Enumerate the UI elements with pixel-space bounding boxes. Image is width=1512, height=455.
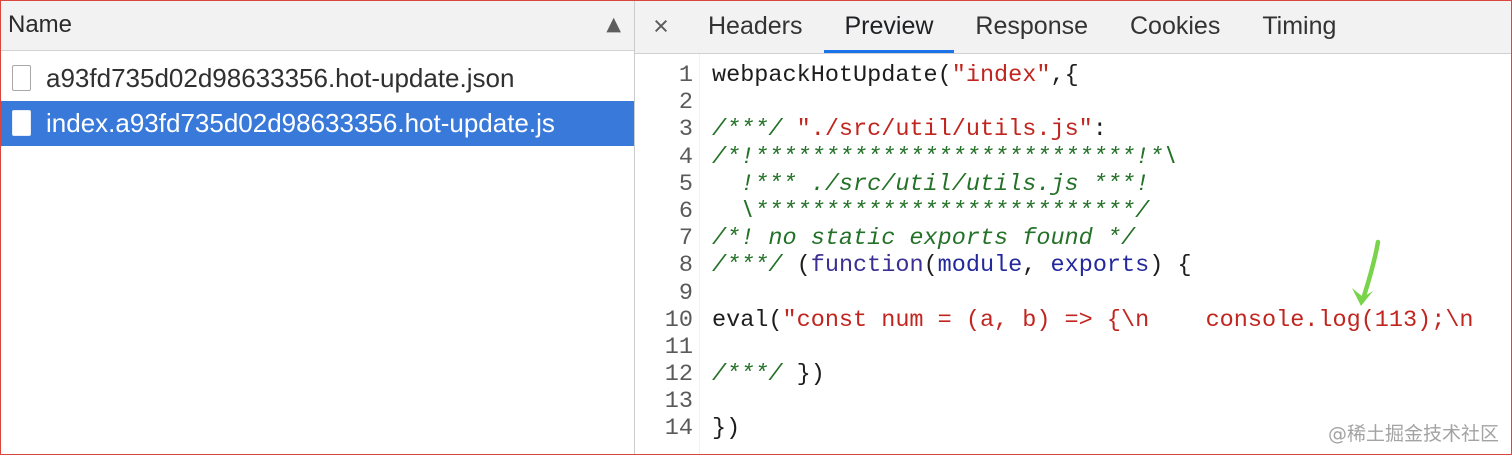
code-token-plain: : [1092, 116, 1107, 144]
code-line: 4 /*!***************************!*\ [635, 144, 1511, 171]
line-number: 2 [678, 89, 693, 117]
line-number: 8 [678, 252, 693, 280]
document-icon [12, 65, 31, 91]
line-content [699, 388, 712, 415]
code-token-plain: ( [782, 252, 811, 280]
document-icon [12, 110, 31, 136]
code-line: 11 [635, 334, 1511, 361]
line-content [699, 280, 712, 307]
line-number: 10 [664, 306, 693, 334]
code-line: 12/***/ }) [635, 361, 1511, 388]
tab-cookies[interactable]: Cookies [1109, 1, 1241, 53]
code-token-comment: /*! no static exports found */ [712, 225, 1136, 253]
request-name: index.a93fd735d02d98633356.hot-update.js [46, 108, 555, 138]
code-token-comment: /***/ [712, 361, 783, 389]
line-content [699, 89, 712, 116]
line-content: /*! no static exports found */ [699, 225, 1135, 252]
code-token-comment: !*** ./src/util/utils.js ***! [712, 170, 1150, 198]
code-token-plain: , [1022, 252, 1051, 280]
code-line: 6 \***************************/ [635, 198, 1511, 225]
code-line: 2 [635, 89, 1511, 116]
code-token-comment: /*!***************************!*\ [712, 143, 1178, 171]
tab-headers[interactable]: Headers [687, 1, 824, 53]
code-line: 10 eval("const num = (a, b) => {\n consol… [635, 307, 1511, 334]
detail-tab-bar: × Headers Preview Response Cookies Timin… [635, 1, 1511, 54]
code-token-plain: ( [923, 252, 938, 280]
code-token-string: "./src/util/utils.js" [796, 116, 1093, 144]
code-line: 13 [635, 388, 1511, 415]
name-column-label: Name [8, 11, 73, 38]
request-name: a93fd735d02d98633356.hot-update.json [46, 63, 515, 93]
devtools-network-panel: Name ▲ a93fd735d02d98633356.hot-update.j… [0, 0, 1512, 455]
line-number: 6 [678, 197, 693, 225]
code-token-plain: webpackHotUpdate( [712, 62, 952, 89]
line-content: /***/ }) [699, 361, 825, 388]
line-content: !*** ./src/util/utils.js ***! [699, 171, 1149, 198]
name-column-header[interactable]: Name ▲ [1, 1, 634, 51]
request-list-pane: Name ▲ a93fd735d02d98633356.hot-update.j… [1, 1, 635, 454]
line-content: eval("const num = (a, b) => {\n console.… [699, 307, 1474, 334]
line-content: webpackHotUpdate("index",{ [699, 62, 1079, 89]
close-icon[interactable]: × [635, 1, 687, 53]
line-number: 14 [664, 415, 693, 443]
code-token-comment: /***/ [712, 252, 783, 280]
code-token-comment: \***************************/ [712, 197, 1150, 225]
line-content: \***************************/ [699, 198, 1149, 225]
line-number: 11 [664, 333, 693, 361]
code-token-string: "const num = (a, b) => {\n console.log(1… [782, 306, 1474, 334]
request-row[interactable]: index.a93fd735d02d98633356.hot-update.js [1, 101, 634, 146]
code-token-keyword: function [810, 252, 924, 280]
watermark: @稀土掘金技术社区 [1327, 423, 1499, 445]
code-preview[interactable]: 1 webpackHotUpdate("index",{2 3/***/ "./sr… [635, 54, 1511, 454]
code-line: 5 !*** ./src/util/utils.js ***! [635, 171, 1511, 198]
sort-ascending-icon: ▲ [606, 13, 621, 35]
line-number: 1 [678, 62, 693, 89]
line-number: 12 [664, 361, 693, 389]
line-number: 3 [678, 116, 693, 144]
line-number: 13 [664, 388, 693, 416]
code-line: 8/***/ (function(module, exports) { [635, 252, 1511, 279]
line-content [699, 334, 712, 361]
line-number: 7 [678, 225, 693, 253]
code-line: 7 /*! no static exports found */ [635, 225, 1511, 252]
line-content: /***/ "./src/util/utils.js": [699, 116, 1107, 143]
code-token-plain: }) [782, 361, 825, 389]
line-content: /***/ (function(module, exports) { [699, 252, 1192, 279]
code-token-string: "index" [951, 62, 1051, 89]
code-line: 1 webpackHotUpdate("index",{ [635, 62, 1511, 89]
code-line: 9 [635, 280, 1511, 307]
code-token-plain: }) [712, 415, 741, 443]
tab-preview[interactable]: Preview [823, 1, 955, 53]
request-detail-pane: × Headers Preview Response Cookies Timin… [635, 1, 1511, 454]
code-token-plain: eval( [712, 306, 783, 334]
tab-response[interactable]: Response [954, 1, 1109, 53]
tab-timing[interactable]: Timing [1241, 1, 1357, 53]
code-line: 3/***/ "./src/util/utils.js": [635, 116, 1511, 143]
code-token-plain: ) { [1149, 252, 1192, 280]
request-row[interactable]: a93fd735d02d98633356.hot-update.json [1, 56, 634, 101]
line-number: 5 [678, 170, 693, 198]
code-token-plain: ,{ [1050, 62, 1079, 89]
code-token-def: module [937, 252, 1023, 280]
request-list: a93fd735d02d98633356.hot-update.json ind… [1, 56, 634, 146]
line-number: 9 [678, 279, 693, 307]
line-content: }) [699, 415, 740, 442]
line-content: /*!***************************!*\ [699, 144, 1177, 171]
code-token-comment: /***/ [712, 116, 783, 144]
line-number: 4 [678, 143, 693, 171]
code-token-def: exports [1050, 252, 1150, 280]
